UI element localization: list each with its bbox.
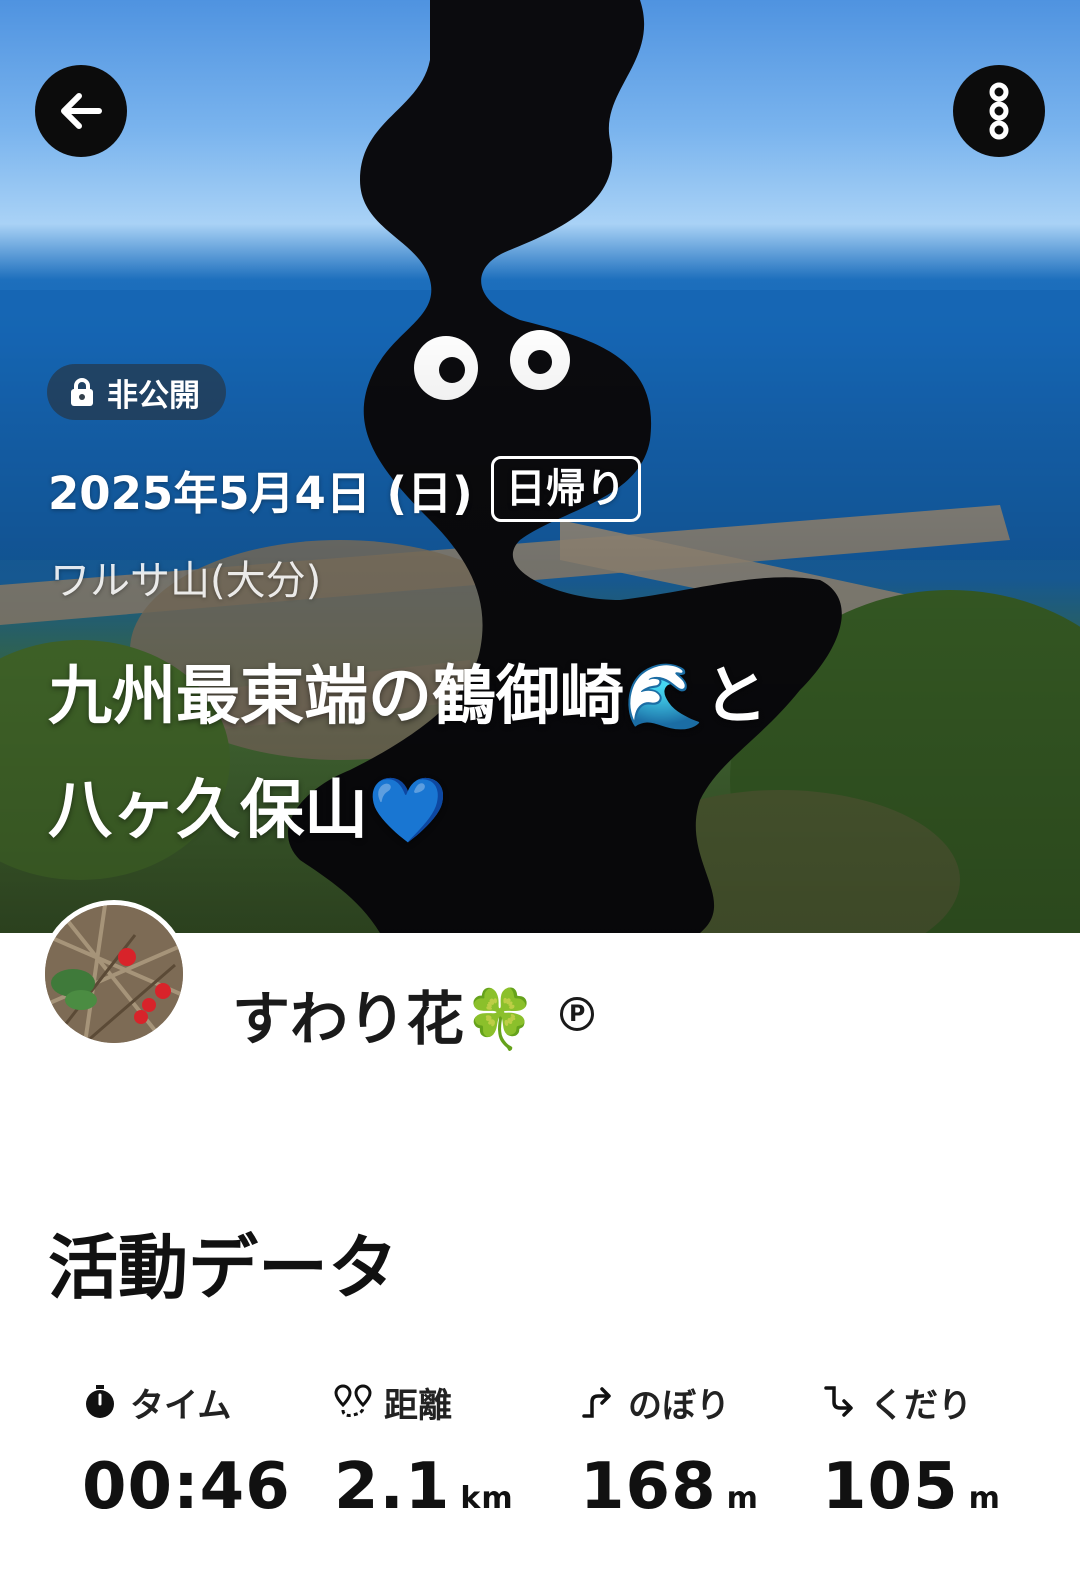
stopwatch-icon	[86, 1385, 114, 1418]
stat-ascent-value-row: 168 m	[580, 1450, 759, 1524]
stat-ascent-value: 168	[580, 1450, 717, 1524]
stat-time-value: 00:46	[82, 1450, 291, 1524]
arrow-left-icon	[61, 93, 102, 129]
stat-descent-label-row: くだり	[822, 1380, 1001, 1426]
stat-distance-label: 距離	[384, 1385, 452, 1426]
stat-ascent-label: のぼり	[628, 1385, 730, 1426]
activity-date-row: 2025年5月4日 (日) 日帰り	[48, 456, 641, 522]
more-vertical-icon	[989, 82, 1009, 140]
stat-ascent-label-row: のぼり	[580, 1380, 759, 1426]
activity-date: 2025年5月4日 (日)	[48, 466, 473, 520]
stat-ascent-unit: m	[726, 1481, 759, 1516]
stat-distance-value: 2.1	[334, 1450, 451, 1524]
activity-title: 九州最東端の鶴御崎🌊と 八ヶ久保山💙	[48, 640, 1008, 868]
ascent-icon	[582, 1387, 611, 1418]
stat-descent-label: くだり	[870, 1385, 972, 1426]
back-button[interactable]	[35, 65, 127, 157]
user-name[interactable]: すわり花🍀	[232, 972, 536, 1056]
stat-distance-label-row: 距離	[334, 1380, 514, 1426]
hero-cover-photo: 非公開 2025年5月4日 (日) 日帰り ワルサ山(大分) 九州最東端の鶴御崎…	[0, 0, 1080, 933]
avatar-photo	[45, 905, 183, 1043]
privacy-label: 非公開	[107, 377, 200, 414]
route-pin-icon	[334, 1384, 372, 1417]
stat-descent-unit: m	[968, 1481, 1001, 1516]
activity-title-line-1: 九州最東端の鶴御崎🌊と	[48, 660, 768, 734]
stat-distance-unit: km	[460, 1481, 514, 1516]
stat-time-value-row: 00:46	[82, 1450, 291, 1524]
stat-distance: 距離 2.1 km	[334, 1380, 514, 1540]
premium-badge-icon: P	[560, 997, 595, 1031]
stat-time-label-row: タイム	[82, 1380, 291, 1426]
stat-time-label: タイム	[130, 1385, 232, 1426]
activity-stats: タイム 00:46 距離 2.1 km のぼり 168 m くだり 105 m	[48, 1380, 1048, 1540]
avatar[interactable]	[40, 900, 188, 1048]
stat-descent-value-row: 105 m	[822, 1450, 1001, 1524]
stat-descent: くだり 105 m	[822, 1380, 1001, 1540]
stat-ascent: のぼり 168 m	[580, 1380, 759, 1540]
stat-descent-value: 105	[822, 1450, 959, 1524]
activity-data-heading: 活動データ	[48, 1227, 398, 1309]
lock-icon	[71, 378, 93, 406]
more-options-button[interactable]	[953, 65, 1045, 157]
trip-type-tag: 日帰り	[490, 456, 641, 522]
stat-distance-value-row: 2.1 km	[334, 1450, 514, 1524]
mountain-name[interactable]: ワルサ山(大分)	[50, 548, 321, 606]
privacy-badge: 非公開	[47, 364, 226, 420]
user-name-row[interactable]: すわり花🍀 P	[232, 978, 595, 1053]
activity-title-line-2: 八ヶ久保山💙	[48, 774, 448, 848]
descent-icon	[824, 1386, 853, 1417]
stat-time: タイム 00:46	[82, 1380, 291, 1540]
